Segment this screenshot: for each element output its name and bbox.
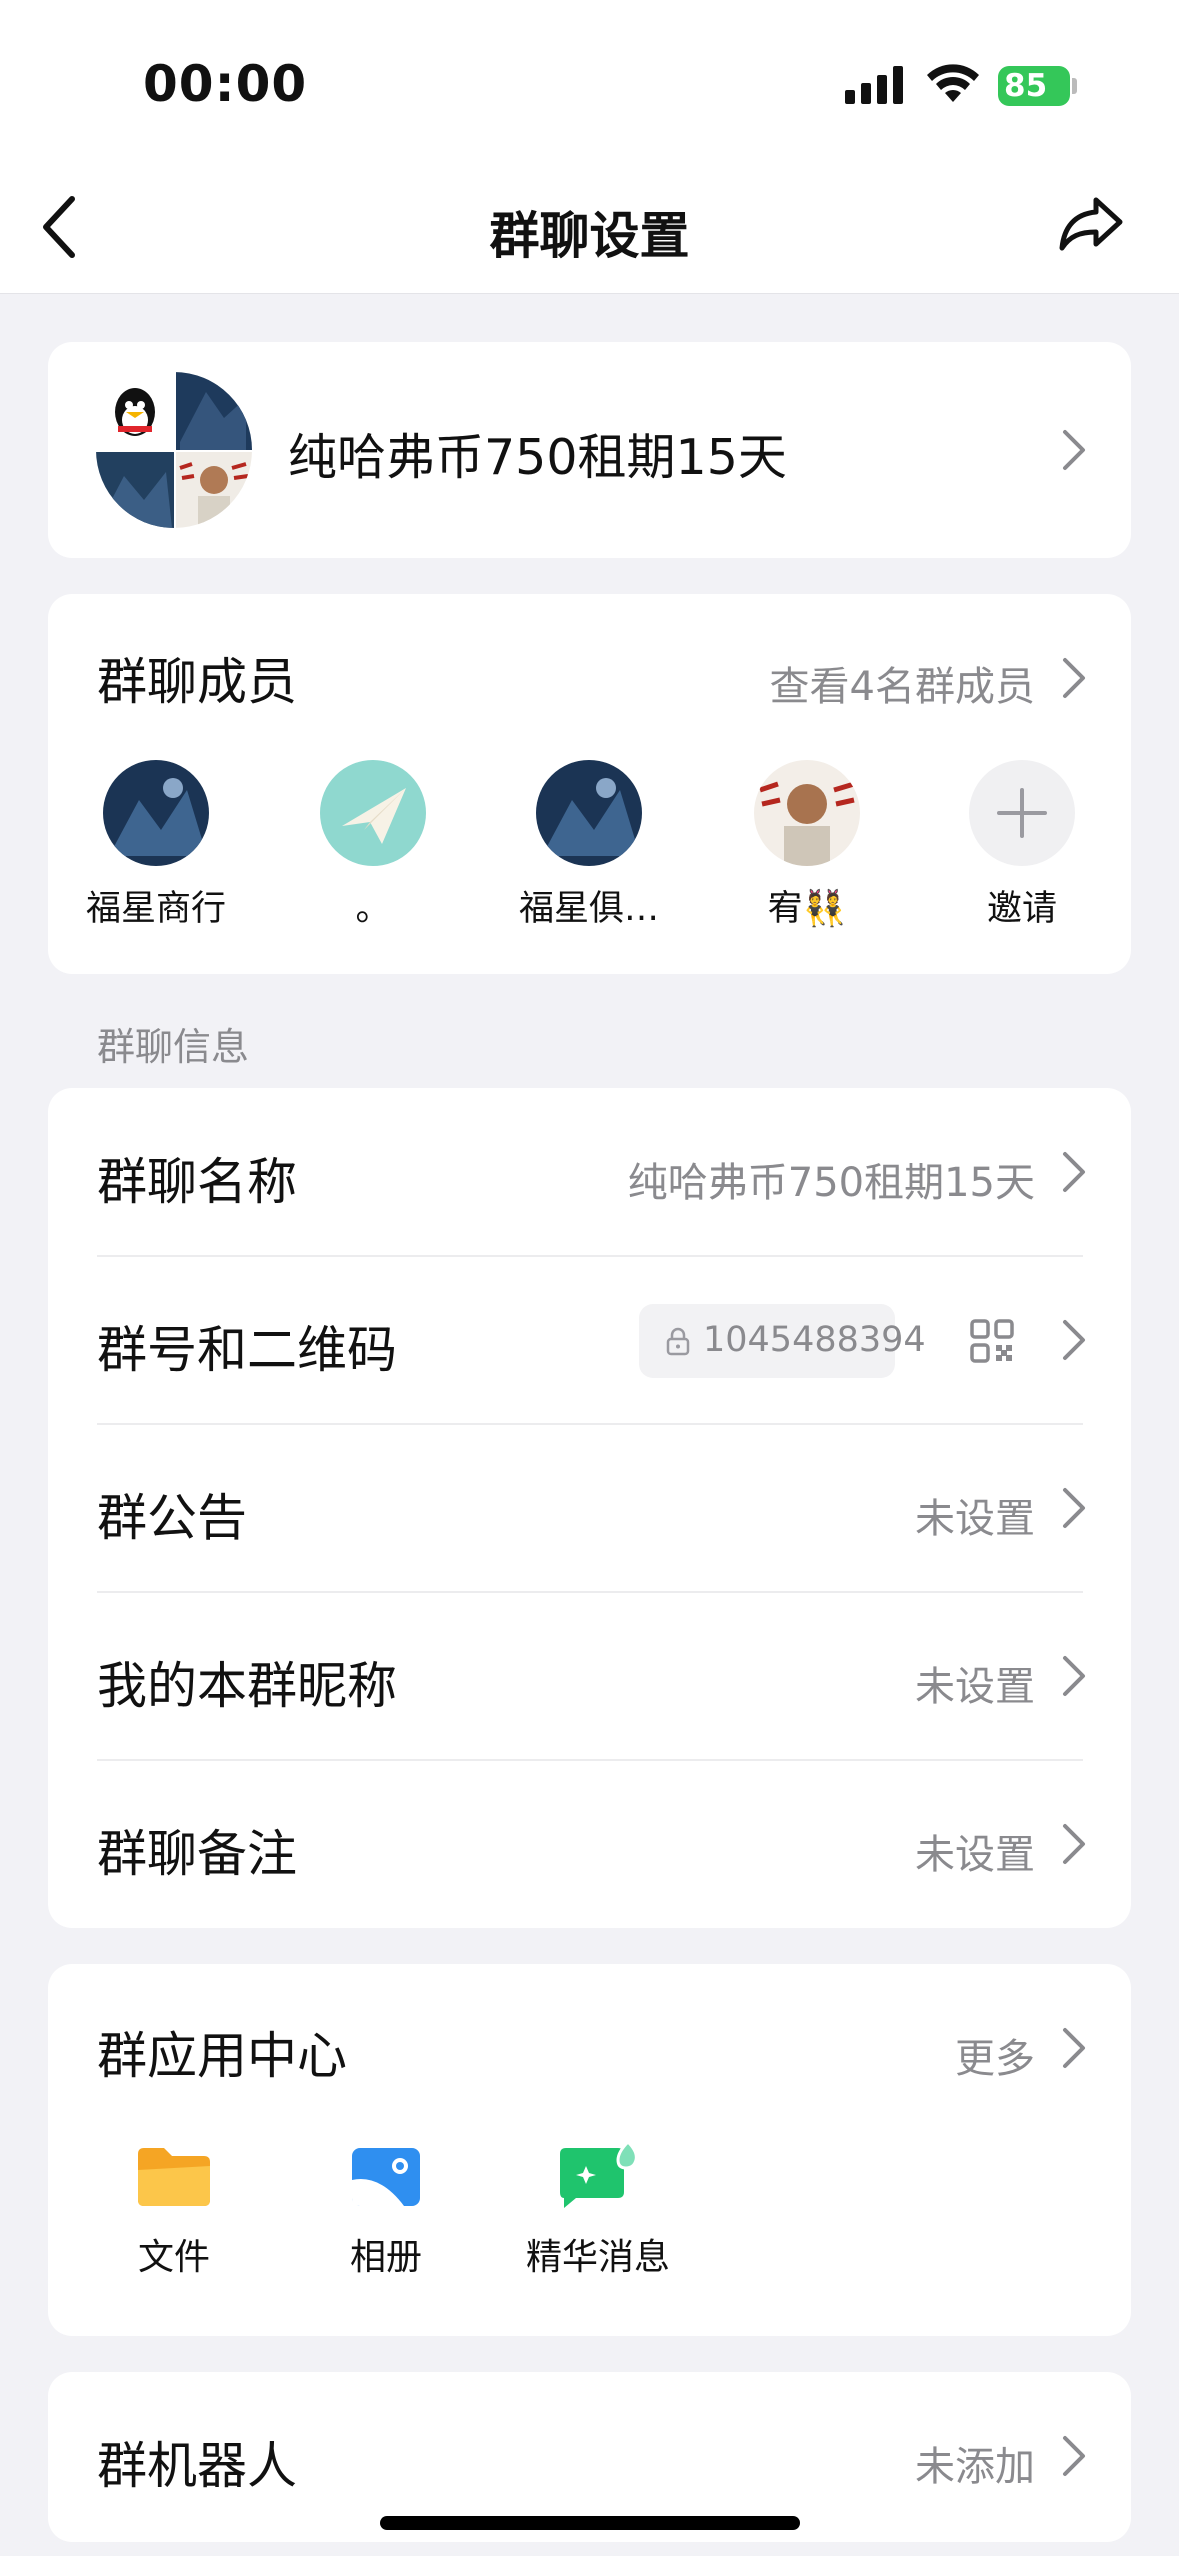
invite-label: 邀请 — [986, 889, 1057, 929]
lock-icon — [666, 1327, 690, 1356]
battery-icon: 85 — [998, 66, 1070, 106]
row-label: 群聊备注 — [97, 1825, 297, 1883]
member-item[interactable]: 。 — [273, 760, 473, 931]
row-value: 未设置 — [915, 1496, 1035, 1542]
chevron-right-icon — [1063, 1824, 1085, 1864]
member-avatar — [754, 760, 860, 866]
member-name: 福星商行 — [85, 889, 226, 929]
row-label: 群公告 — [97, 1489, 247, 1547]
group-apps-card: 群应用中心 更多 文件 相册 精华消息 — [48, 1964, 1131, 2336]
member-avatar — [536, 760, 642, 866]
member-avatar — [320, 760, 426, 866]
chevron-right-icon[interactable] — [1061, 2026, 1087, 2070]
home-indicator[interactable] — [380, 2516, 800, 2530]
page-title: 群聊设置 — [489, 207, 690, 265]
chevron-right-icon — [1063, 1152, 1085, 1192]
member-avatar — [103, 760, 209, 866]
member-item[interactable]: 福星商行 — [56, 760, 256, 931]
member-item[interactable]: 宥👯 — [707, 760, 907, 931]
chevron-right-icon — [1063, 430, 1085, 470]
app-files-button[interactable]: 文件 — [84, 2144, 264, 2280]
app-essence-button[interactable]: 精华消息 — [508, 2139, 688, 2280]
chevron-right-icon — [1063, 2436, 1085, 2476]
chevron-right-icon[interactable] — [1061, 656, 1087, 700]
app-label: 精华消息 — [525, 2237, 670, 2278]
group-name: 纯哈弗币750租期15天 — [288, 429, 787, 486]
folder-icon — [138, 2148, 210, 2206]
robot-value: 未添加 — [915, 2444, 1035, 2490]
cellular-signal-icon — [845, 66, 903, 104]
group-info-card: 群聊名称 纯哈弗币750租期15天 群号和二维码 1045488394 群公告 … — [48, 1088, 1131, 1928]
group-profile-card[interactable]: 纯哈弗币750租期15天 — [48, 342, 1131, 558]
wifi-icon — [927, 64, 979, 102]
row-label: 群号和二维码 — [97, 1321, 397, 1379]
invite-member-button[interactable]: 邀请 — [922, 760, 1122, 931]
row-label: 我的本群昵称 — [97, 1657, 397, 1715]
row-label: 群聊名称 — [97, 1153, 297, 1211]
plus-icon — [969, 760, 1075, 866]
group-number-badge[interactable]: 1045488394 — [639, 1304, 926, 1378]
member-name: 福星俱… — [518, 889, 659, 929]
album-icon — [352, 2148, 420, 2206]
member-item[interactable]: 福星俱… — [489, 760, 689, 931]
app-album-button[interactable]: 相册 — [296, 2144, 476, 2280]
essence-message-icon — [560, 2139, 638, 2208]
group-name-row[interactable]: 群聊名称 纯哈弗币750租期15天 — [48, 1088, 1131, 1256]
member-name: 。 — [355, 889, 391, 929]
group-number-qr-row[interactable]: 群号和二维码 1045488394 — [48, 1256, 1131, 1424]
battery-level: 85 — [1004, 68, 1048, 104]
member-name: 宥👯 — [767, 889, 847, 929]
members-title: 群聊成员 — [97, 653, 297, 711]
apps-title: 群应用中心 — [97, 2027, 347, 2085]
nav-bar: 群聊设置 — [0, 160, 1179, 294]
app-label: 相册 — [349, 2237, 422, 2278]
my-group-nickname-row[interactable]: 我的本群昵称 未设置 — [48, 1592, 1131, 1760]
robot-label: 群机器人 — [97, 2437, 297, 2495]
chevron-right-icon — [1063, 1320, 1085, 1360]
row-value: 未设置 — [915, 1832, 1035, 1878]
apps-more-link[interactable]: 更多 — [955, 2026, 1035, 2084]
chevron-right-icon — [1063, 1488, 1085, 1528]
section-label-group-info: 群聊信息 — [97, 1025, 250, 1069]
row-value: 纯哈弗币750租期15天 — [627, 1160, 1035, 1206]
status-bar: 00:00 85 — [0, 0, 1179, 160]
members-card: 群聊成员 查看4名群成员 福星商行 。 福星俱… 宥👯 邀请 — [48, 594, 1131, 974]
share-icon[interactable] — [1058, 194, 1124, 254]
qr-code-icon[interactable] — [969, 1318, 1015, 1364]
status-time: 00:00 — [143, 55, 308, 113]
battery-tip — [1072, 78, 1077, 94]
group-notice-row[interactable]: 群公告 未设置 — [48, 1424, 1131, 1592]
app-label: 文件 — [137, 2237, 210, 2278]
row-value: 未设置 — [915, 1664, 1035, 1710]
group-avatar — [96, 372, 252, 528]
group-number: 1045488394 — [703, 1320, 926, 1360]
view-all-members-link[interactable]: 查看4名群成员 — [770, 654, 1035, 712]
group-remark-row[interactable]: 群聊备注 未设置 — [48, 1760, 1131, 1928]
chevron-right-icon — [1063, 1656, 1085, 1696]
